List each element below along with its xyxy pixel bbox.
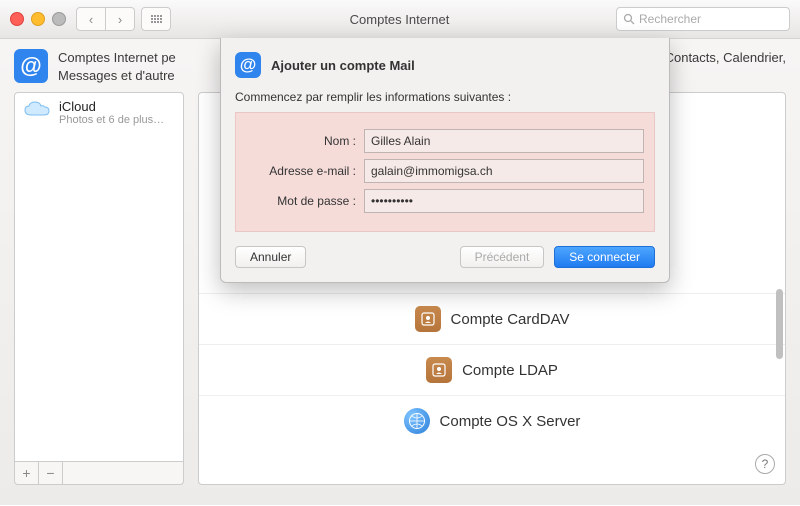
minimize-window-button[interactable] bbox=[31, 12, 45, 26]
sign-in-button[interactable]: Se connecter bbox=[554, 246, 655, 268]
at-icon: @ bbox=[235, 52, 261, 78]
titlebar: ‹ › Comptes Internet Rechercher bbox=[0, 0, 800, 39]
account-list[interactable]: iCloud Photos et 6 de plus… bbox=[14, 92, 184, 462]
at-icon: @ bbox=[14, 49, 48, 83]
cancel-button[interactable]: Annuler bbox=[235, 246, 306, 268]
cloud-icon bbox=[23, 99, 51, 119]
sheet-subtitle: Commencez par remplir les informations s… bbox=[235, 90, 655, 104]
window-title: Comptes Internet bbox=[183, 12, 616, 27]
show-all-button[interactable] bbox=[141, 7, 171, 31]
remove-account-button[interactable]: − bbox=[39, 462, 63, 484]
provider-osx-server[interactable]: Compte OS X Server bbox=[199, 395, 785, 446]
email-input[interactable] bbox=[364, 159, 644, 183]
forward-button[interactable]: › bbox=[106, 7, 135, 31]
account-subtitle: Photos et 6 de plus… bbox=[59, 114, 164, 126]
add-remove-bar: + − bbox=[14, 462, 184, 485]
search-placeholder: Rechercher bbox=[639, 12, 701, 26]
provider-label: Compte OS X Server bbox=[440, 413, 581, 430]
account-name: iCloud bbox=[59, 99, 164, 114]
chevron-right-icon: › bbox=[118, 12, 122, 27]
nav-buttons: ‹ › bbox=[76, 7, 135, 31]
chevron-left-icon: ‹ bbox=[89, 12, 93, 27]
help-button[interactable]: ? bbox=[755, 454, 775, 474]
previous-button[interactable]: Précédent bbox=[460, 246, 545, 268]
provider-carddav[interactable]: Compte CardDAV bbox=[199, 293, 785, 344]
add-account-button[interactable]: + bbox=[15, 462, 39, 484]
close-window-button[interactable] bbox=[10, 12, 24, 26]
grid-icon bbox=[151, 15, 162, 23]
sheet-header: @ Ajouter un compte Mail bbox=[235, 52, 655, 78]
email-label: Adresse e-mail : bbox=[246, 164, 356, 178]
globe-icon bbox=[404, 408, 430, 434]
password-label: Mot de passe : bbox=[246, 194, 356, 208]
carddav-icon bbox=[415, 306, 441, 332]
back-button[interactable]: ‹ bbox=[76, 7, 106, 31]
header-text: Comptes Internet pe Messages et d'autre bbox=[58, 49, 176, 84]
window-controls bbox=[10, 12, 66, 26]
name-label: Nom : bbox=[246, 134, 356, 148]
search-icon bbox=[623, 13, 635, 25]
sidebar-item-icloud[interactable]: iCloud Photos et 6 de plus… bbox=[15, 93, 183, 132]
password-input[interactable] bbox=[364, 189, 644, 213]
provider-ldap[interactable]: Compte LDAP bbox=[199, 344, 785, 395]
sheet-buttons: Annuler Précédent Se connecter bbox=[235, 246, 655, 268]
scrollbar-thumb[interactable] bbox=[776, 289, 783, 359]
header-text-right: Contacts, Calendrier, bbox=[665, 49, 786, 67]
name-input[interactable] bbox=[364, 129, 644, 153]
zoom-window-button[interactable] bbox=[52, 12, 66, 26]
search-field[interactable]: Rechercher bbox=[616, 7, 790, 31]
ldap-icon bbox=[426, 357, 452, 383]
sheet-form: Nom : Adresse e-mail : Mot de passe : bbox=[235, 112, 655, 232]
internet-accounts-window: ‹ › Comptes Internet Rechercher @ Compte… bbox=[0, 0, 800, 505]
provider-label: Compte LDAP bbox=[462, 362, 558, 379]
sheet-title: Ajouter un compte Mail bbox=[271, 58, 415, 73]
provider-label: Compte CardDAV bbox=[451, 311, 570, 328]
account-sidebar: iCloud Photos et 6 de plus… + − bbox=[14, 92, 184, 485]
add-mail-account-sheet: @ Ajouter un compte Mail Commencez par r… bbox=[220, 38, 670, 283]
